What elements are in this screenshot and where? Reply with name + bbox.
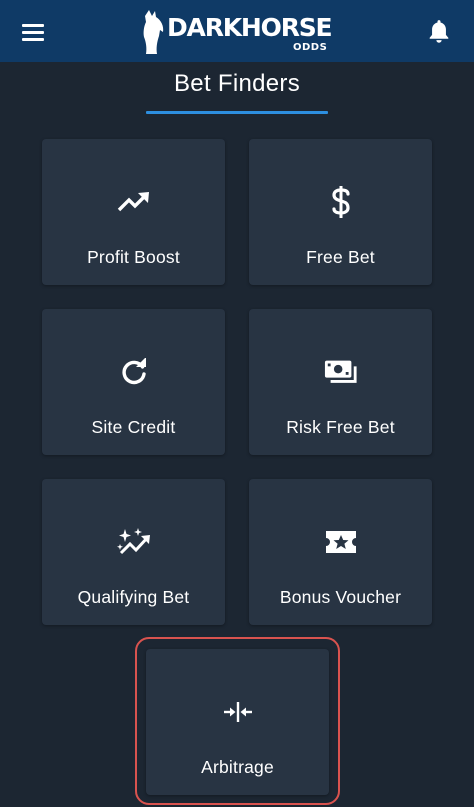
- hamburger-menu-icon[interactable]: [14, 17, 54, 47]
- finder-card-qualifying-bet[interactable]: Qualifying Bet: [42, 479, 225, 625]
- finder-card-label: Qualifying Bet: [77, 587, 190, 607]
- top-app-bar: DARKHORSE ODDS: [0, 0, 474, 62]
- title-underline: [146, 111, 328, 114]
- dollar-sign-icon: [324, 185, 358, 219]
- horse-head-icon: [143, 10, 164, 54]
- finder-card-risk-free-bet[interactable]: Risk Free Bet: [249, 309, 432, 455]
- finder-card-free-bet[interactable]: Free Bet: [249, 139, 432, 285]
- finder-card-label: Profit Boost: [87, 247, 180, 267]
- brand-name: DARKHORSE: [167, 13, 333, 42]
- ticket-star-icon: [324, 525, 358, 559]
- refresh-icon: [117, 355, 151, 389]
- finder-card-profit-boost[interactable]: Profit Boost: [42, 139, 225, 285]
- finder-card-label: Arbitrage: [201, 757, 274, 777]
- brand-subtitle: ODDS: [293, 42, 328, 53]
- sparkles-trend-icon: [116, 525, 151, 559]
- page-title: Bet Finders: [173, 70, 301, 97]
- finder-card-label: Bonus Voucher: [279, 587, 402, 607]
- brand-logo[interactable]: DARKHORSE ODDS: [143, 6, 333, 56]
- finder-card-site-credit[interactable]: Site Credit: [42, 309, 225, 455]
- finder-card-bonus-voucher[interactable]: Bonus Voucher: [249, 479, 432, 625]
- finder-card-label: Risk Free Bet: [286, 417, 395, 437]
- finder-card-label: Free Bet: [306, 247, 375, 267]
- finder-card-label: Site Credit: [91, 417, 176, 437]
- trending-up-icon: [117, 185, 151, 219]
- money-bill-icon: [324, 355, 358, 389]
- bell-icon[interactable]: [426, 18, 452, 44]
- compress-arrows-icon: [221, 695, 255, 729]
- finder-card-arbitrage[interactable]: Arbitrage: [146, 649, 329, 795]
